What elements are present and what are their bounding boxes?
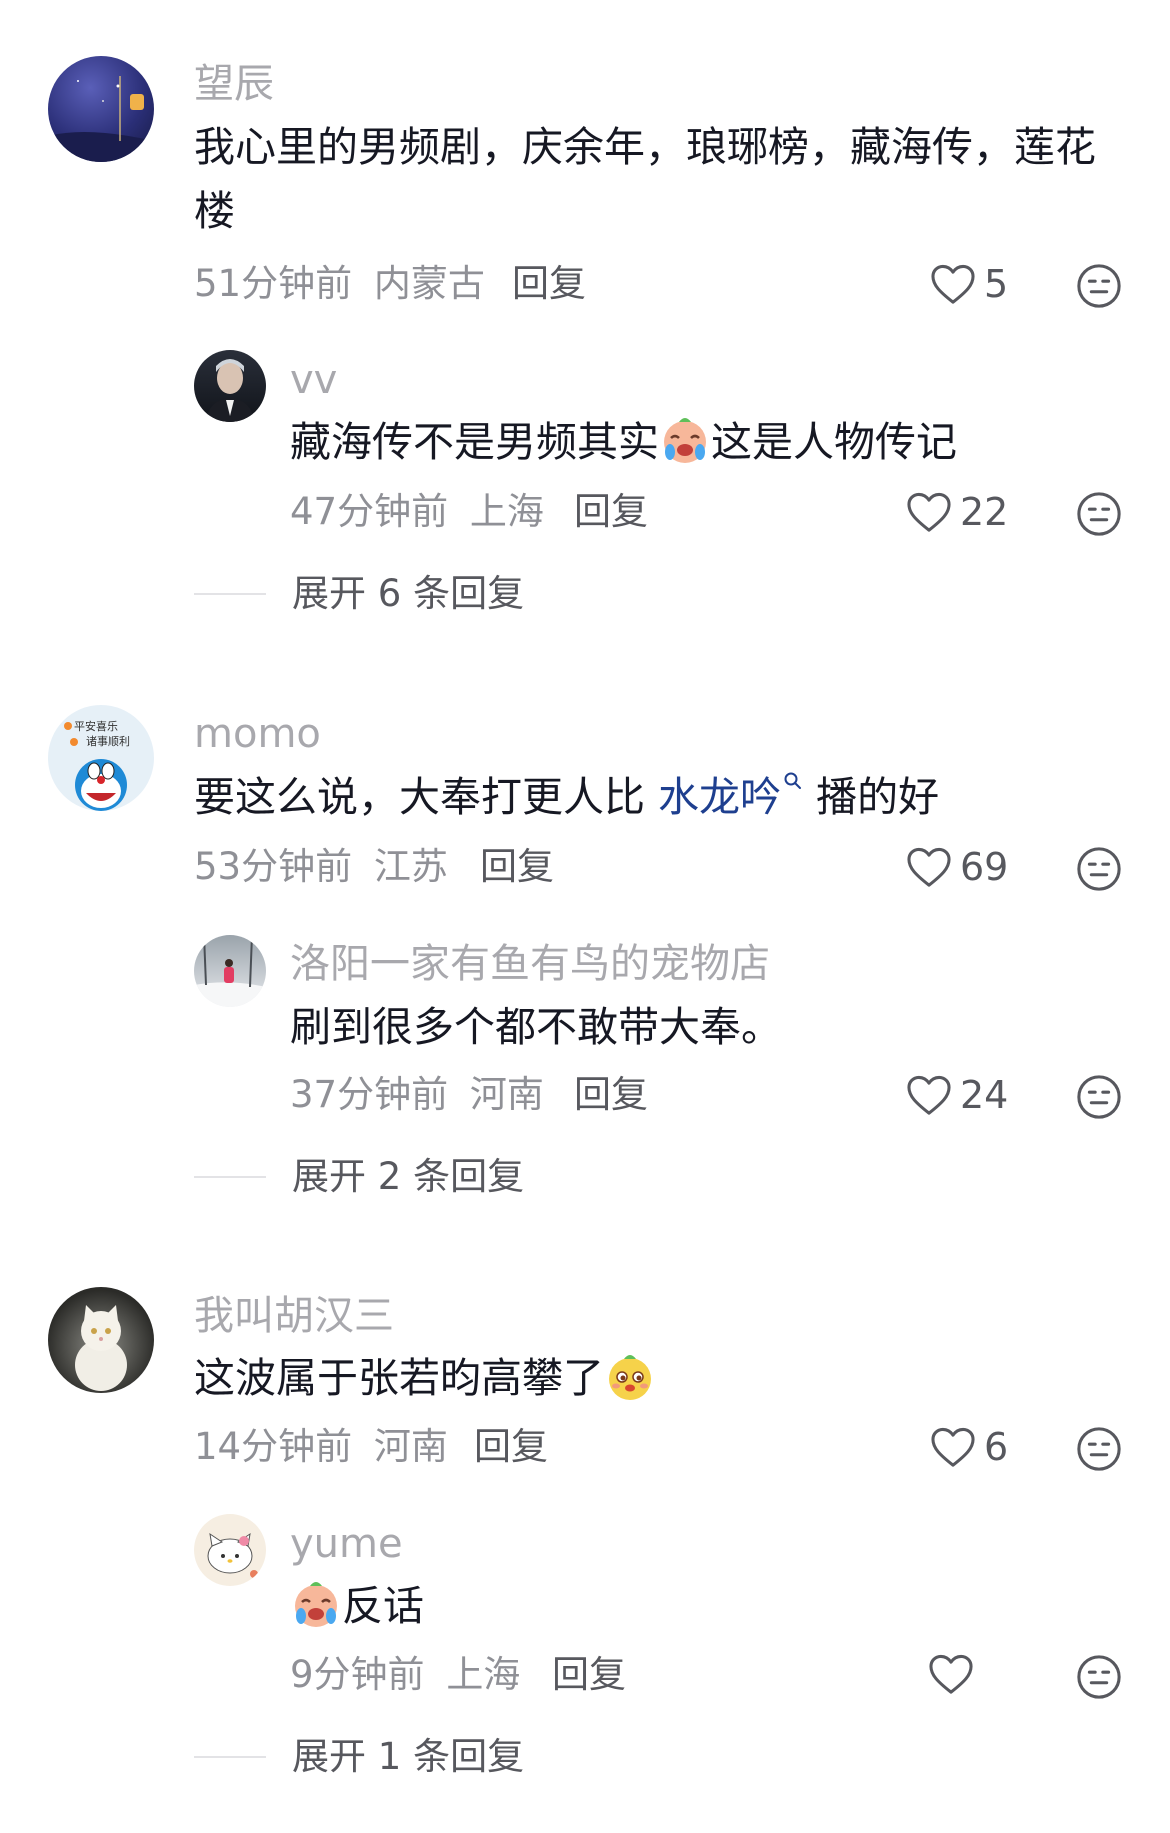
- avatar-portrait-image: [206, 359, 254, 422]
- expand-replies-button[interactable]: 展开 2 条回复: [194, 1155, 524, 1199]
- avatar[interactable]: [48, 56, 154, 162]
- comment-location: 江苏: [373, 845, 448, 888]
- expand-replies-label: 展开 1 条回复: [292, 1735, 525, 1778]
- reply-meta: 47分钟前 上海: [290, 490, 544, 534]
- reply-button[interactable]: 回复: [512, 262, 586, 306]
- dislike-face-icon[interactable]: [1076, 263, 1122, 309]
- like-count: 24: [960, 1073, 1009, 1117]
- heart-outline-icon: [931, 1427, 975, 1467]
- avatar-snow-scene-image: [194, 935, 266, 1007]
- reply-location: 河南: [469, 1073, 544, 1116]
- avatar-doraemon-image: 平安喜乐 诸事顺利: [64, 719, 130, 811]
- expand-replies-button[interactable]: 展开 6 条回复: [194, 572, 524, 616]
- reply-text: 藏海传不是男频其实 这是人物传记: [290, 410, 957, 474]
- heart-outline-icon: [929, 1654, 973, 1694]
- like-button[interactable]: 24: [906, 1073, 1008, 1117]
- like-count: 69: [960, 845, 1009, 889]
- like-button[interactable]: 5: [930, 262, 1008, 306]
- reply-text-part: 藏海传不是男频其实: [290, 418, 659, 466]
- dislike-face-icon[interactable]: [1076, 1426, 1122, 1472]
- avatar-caption: 平安喜乐: [74, 719, 118, 733]
- comment-time: 53分钟前: [194, 845, 353, 888]
- reply-avatar[interactable]: [194, 350, 266, 422]
- comment-text-part: 要这么说，大奉打更人比: [194, 773, 659, 821]
- reply-username[interactable]: yume: [290, 1520, 403, 1568]
- comment-meta: 14分钟前 河南: [194, 1425, 448, 1469]
- comment-text-part: 播的好: [803, 773, 940, 821]
- search-link[interactable]: 水龙吟: [658, 773, 781, 821]
- divider: [194, 593, 266, 595]
- comment-meta: 53分钟前 江苏: [194, 845, 448, 889]
- reply-button[interactable]: 回复: [574, 490, 648, 534]
- reply-avatar[interactable]: [194, 1514, 266, 1586]
- divider: [194, 1176, 266, 1178]
- heart-outline-icon: [907, 1075, 951, 1115]
- reply-avatar[interactable]: [194, 935, 266, 1007]
- expand-replies-label: 展开 2 条回复: [292, 1155, 525, 1198]
- reply-username[interactable]: vv: [290, 356, 337, 404]
- dislike-face-icon[interactable]: [1076, 491, 1122, 537]
- like-count: 6: [984, 1425, 1009, 1469]
- reply-button[interactable]: 回复: [480, 845, 554, 889]
- username[interactable]: 望辰: [194, 60, 274, 108]
- like-count: 22: [960, 490, 1009, 534]
- dislike-face-icon[interactable]: [1076, 1074, 1122, 1120]
- reply-text-part: 这是人物传记: [711, 418, 957, 466]
- reply-text: 反话: [290, 1574, 424, 1638]
- username[interactable]: 我叫胡汉三: [194, 1292, 394, 1340]
- like-button[interactable]: 6: [930, 1425, 1008, 1469]
- avatar-hello-kitty-image: [207, 1532, 258, 1578]
- smug-face-emoji-icon: [609, 1355, 651, 1400]
- avatar-caption: 诸事顺利: [86, 735, 130, 748]
- reply-text: 刷到很多个都不敢带大奉。: [290, 1003, 782, 1051]
- reply-username[interactable]: 洛阳一家有鱼有鸟的宠物店: [290, 940, 770, 988]
- comment-meta: 51分钟前 内蒙古: [194, 262, 485, 306]
- reply-location: 上海: [469, 490, 544, 533]
- username[interactable]: momo: [194, 710, 321, 758]
- divider: [194, 1756, 266, 1758]
- comment-text: 要这么说，大奉打更人比 水龙吟 播的好: [194, 765, 939, 829]
- reply-button[interactable]: 回复: [474, 1425, 548, 1469]
- reply-meta: 9分钟前 上海: [290, 1653, 520, 1697]
- dislike-face-icon[interactable]: [1076, 1654, 1122, 1700]
- reply-time: 47分钟前: [290, 490, 449, 533]
- crying-face-emoji-icon: [664, 418, 706, 463]
- avatar[interactable]: [48, 1287, 154, 1393]
- like-button[interactable]: 22: [906, 490, 1008, 534]
- comment-text: 我心里的男频剧，庆余年，琅琊榜，藏海传，莲花楼: [194, 123, 1096, 235]
- heart-outline-icon: [907, 847, 951, 887]
- avatar[interactable]: 平安喜乐 诸事顺利: [48, 705, 154, 811]
- comment-time: 14分钟前: [194, 1425, 353, 1468]
- comment-time: 51分钟前: [194, 262, 353, 305]
- heart-outline-icon: [931, 264, 975, 304]
- dislike-face-icon[interactable]: [1076, 846, 1122, 892]
- avatar-night-sky-image: [48, 76, 154, 162]
- comment-text: 这波属于张若昀高攀了: [194, 1346, 656, 1410]
- expand-replies-button[interactable]: 展开 1 条回复: [194, 1735, 524, 1779]
- search-superscript-icon[interactable]: [783, 771, 803, 793]
- reply-text-part: 反话: [342, 1582, 424, 1630]
- heart-outline-icon: [907, 492, 951, 532]
- reply-button[interactable]: 回复: [552, 1653, 626, 1697]
- comment-location: 河南: [373, 1425, 448, 1468]
- reply-meta: 37分钟前 河南: [290, 1073, 544, 1117]
- reply-button[interactable]: 回复: [574, 1073, 648, 1117]
- comment-text-part: 这波属于张若昀高攀了: [194, 1354, 604, 1402]
- expand-replies-label: 展开 6 条回复: [292, 572, 525, 615]
- like-button[interactable]: 69: [906, 845, 1008, 889]
- like-count: 5: [984, 262, 1009, 306]
- comment-location: 内蒙古: [373, 262, 485, 305]
- reply-time: 37分钟前: [290, 1073, 449, 1116]
- like-button[interactable]: [928, 1653, 982, 1695]
- reply-location: 上海: [446, 1653, 521, 1696]
- avatar-white-cat-image: [75, 1305, 127, 1391]
- reply-time: 9分钟前: [290, 1653, 425, 1696]
- crying-face-emoji-icon: [295, 1582, 337, 1627]
